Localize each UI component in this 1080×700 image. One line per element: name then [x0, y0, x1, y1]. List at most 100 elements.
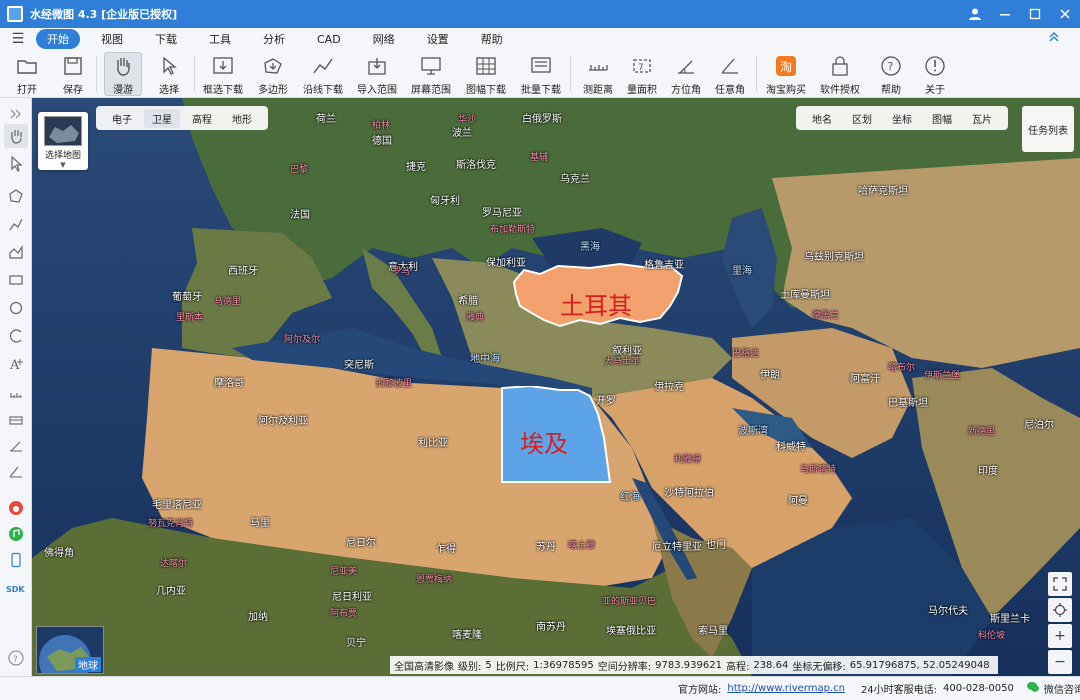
overlay-tab-tiles[interactable]: 瓦片: [962, 109, 1002, 128]
azimuth-tool-icon[interactable]: [4, 434, 28, 458]
draw-line-icon[interactable]: [4, 212, 28, 236]
locate-crosshair-icon[interactable]: [1048, 598, 1072, 622]
menu-help[interactable]: 帮助: [470, 29, 514, 49]
menu-download[interactable]: 下载: [144, 29, 188, 49]
taobao-buy-button[interactable]: 淘 淘宝购买: [764, 52, 808, 96]
menu-analysis[interactable]: 分析: [252, 29, 296, 49]
menu-view[interactable]: 视图: [90, 29, 134, 49]
mobile-icon[interactable]: [4, 548, 28, 572]
help-button[interactable]: ? 帮助: [874, 52, 908, 96]
batch-download-button[interactable]: 批量下载: [520, 52, 562, 96]
draw-rectangle-icon[interactable]: [4, 268, 28, 292]
expand-sidebar-icon[interactable]: [4, 102, 28, 126]
ruler-tool-icon[interactable]: [4, 382, 28, 406]
map-status-readout: 全国高清影像 级别: 5 比例尺: 1:36978595 空间分辨率: 9783…: [390, 656, 998, 674]
sheet-download-button[interactable]: 图幅下载: [464, 52, 508, 96]
map-switcher[interactable]: 选择地图 ▼: [38, 112, 88, 170]
box-download-button[interactable]: 框选下载: [202, 52, 244, 96]
globe-label: 地球: [75, 657, 101, 672]
place-label: 大马士革: [604, 357, 641, 367]
overlay-tab-coordinates[interactable]: 坐标: [882, 109, 922, 128]
menu-cad[interactable]: CAD: [306, 31, 352, 48]
minimize-button[interactable]: [990, 0, 1020, 28]
measure-distance-button[interactable]: 测距离: [578, 52, 618, 96]
measure-area-button[interactable]: 7 量面积: [624, 52, 660, 96]
hand-tool-icon[interactable]: [4, 124, 28, 148]
place-label: 红海: [620, 492, 640, 503]
map-switcher-label: 选择地图: [44, 151, 81, 161]
license-button[interactable]: 软件授权: [818, 52, 862, 96]
resolution-value: 9783.939621: [655, 659, 722, 671]
close-button[interactable]: [1050, 0, 1080, 28]
overlay-tab-sheets[interactable]: 图幅: [922, 109, 962, 128]
overlay-tab-divisions[interactable]: 区划: [842, 109, 882, 128]
overlay-tab-placenames[interactable]: 地名: [802, 109, 842, 128]
hamburger-menu-icon[interactable]: ☰: [0, 31, 36, 47]
sidebar-help-icon[interactable]: ?: [4, 646, 28, 670]
place-label: 罗马: [392, 267, 411, 277]
hotline-label: 24小时客服电话:: [860, 685, 938, 696]
help-question-icon: ?: [879, 54, 903, 77]
about-button[interactable]: 关于: [918, 52, 952, 96]
website-link[interactable]: http://www.rivermap.cn: [727, 683, 845, 694]
box-download-icon: [211, 54, 235, 77]
place-label: 佛得角: [44, 548, 74, 559]
zoom-in-button[interactable]: +: [1048, 624, 1072, 648]
place-label: 巴基斯坦: [888, 398, 928, 409]
azimuth-button[interactable]: 方位角: [668, 52, 704, 96]
coord-label: 坐标无偏移:: [792, 661, 846, 673]
weibo-icon[interactable]: [4, 496, 28, 520]
wechat-consult-link[interactable]: 微信咨询: [1044, 681, 1080, 696]
save-button[interactable]: 保存: [56, 52, 90, 96]
any-angle-button[interactable]: 任意角: [712, 52, 748, 96]
select-tool-icon[interactable]: [4, 152, 28, 176]
task-list-button[interactable]: 任务列表: [1022, 106, 1074, 152]
layer-tab-electronic[interactable]: 电子: [104, 109, 140, 128]
place-label: 法国: [290, 210, 310, 221]
menu-network[interactable]: 网络: [362, 29, 406, 49]
line-download-button[interactable]: 沿线下载: [302, 52, 344, 96]
open-folder-icon: [15, 54, 39, 77]
angle-tool-icon[interactable]: [4, 460, 28, 484]
polygon-button[interactable]: 多边形: [256, 52, 290, 96]
lock-icon: [828, 54, 852, 77]
ruler-icon: [586, 54, 610, 77]
sdk-icon[interactable]: SDK: [4, 576, 28, 600]
music-app-icon[interactable]: [4, 522, 28, 546]
globe-view-button[interactable]: 地球: [36, 626, 104, 674]
collapse-ribbon-icon[interactable]: [1048, 31, 1060, 47]
place-label: 沙特阿拉伯: [664, 488, 714, 499]
line-download-icon: [311, 54, 335, 77]
menu-start[interactable]: 开始: [36, 29, 80, 49]
layer-tab-terrain[interactable]: 地形: [224, 109, 260, 128]
draw-arc-icon[interactable]: [4, 324, 28, 348]
draw-area-icon[interactable]: [4, 240, 28, 264]
menu-settings[interactable]: 设置: [416, 29, 460, 49]
screen-range-button[interactable]: 屏幕范围: [410, 52, 452, 96]
fullscreen-icon[interactable]: [1048, 572, 1072, 596]
place-label: 加纳: [248, 612, 268, 623]
layer-tab-elevation[interactable]: 高程: [184, 109, 220, 128]
place-label: 尼日利亚: [332, 592, 372, 603]
area-tool-icon[interactable]: [4, 408, 28, 432]
maximize-button[interactable]: [1020, 0, 1050, 28]
menu-tools[interactable]: 工具: [198, 29, 242, 49]
zoom-out-button[interactable]: −: [1048, 650, 1072, 674]
draw-polygon-icon[interactable]: [4, 184, 28, 208]
place-label: 阿尔及尔: [284, 335, 321, 345]
map-view[interactable]: 土耳其 埃及 荷兰 柏林 德国 波兰 华沙 白俄罗斯 基辅 乌克兰 捷克 斯洛伐…: [32, 98, 1080, 676]
import-range-button[interactable]: 导入范围: [356, 52, 398, 96]
pan-button[interactable]: 漫游: [104, 52, 142, 96]
place-label: 伊斯兰堡: [924, 371, 961, 381]
user-icon[interactable]: [960, 0, 990, 28]
layer-tab-satellite[interactable]: 卫星: [144, 108, 180, 128]
basemap-layer-tabs: 电子 卫星 高程 地形: [96, 106, 268, 130]
draw-circle-icon[interactable]: [4, 296, 28, 320]
add-text-icon[interactable]: A: [4, 352, 28, 376]
open-button[interactable]: 打开: [10, 52, 44, 96]
left-tool-sidebar: A SDK ?: [0, 98, 32, 676]
grid-sheet-icon: [474, 54, 498, 77]
level-label: 级别:: [458, 661, 482, 673]
select-button[interactable]: 选择: [152, 52, 186, 96]
hand-icon: [111, 55, 135, 77]
